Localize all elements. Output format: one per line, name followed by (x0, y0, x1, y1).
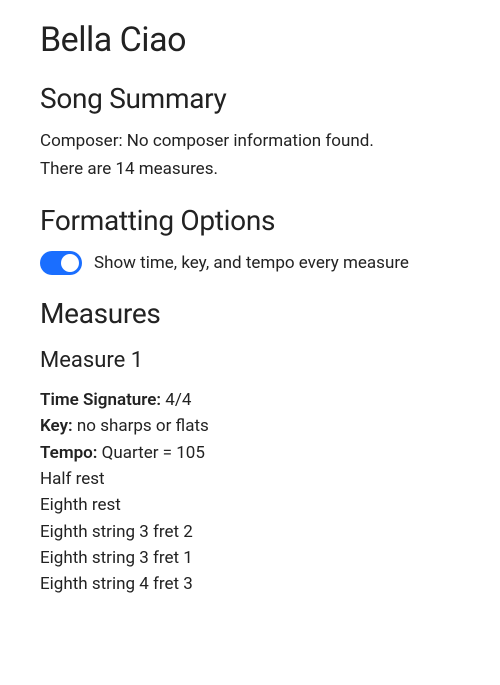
time-signature-label: Time Signature: (40, 390, 165, 410)
toggle-label: Show time, key, and tempo every measure (94, 253, 409, 273)
key-value: no sharps or flats (77, 416, 209, 436)
page-title: Bella Ciao (40, 20, 460, 60)
note-line: Half rest (40, 466, 460, 492)
key-label: Key: (40, 416, 77, 436)
tempo-label: Tempo: (40, 443, 102, 463)
measure-1-heading: Measure 1 (40, 348, 460, 373)
composer-info: Composer: No composer information found. (40, 129, 460, 155)
measures-heading: Measures (40, 297, 460, 330)
show-details-toggle[interactable] (40, 251, 82, 275)
tempo-line: Tempo: Quarter = 105 (40, 440, 460, 466)
toggle-row: Show time, key, and tempo every measure (40, 251, 460, 275)
time-signature-line: Time Signature: 4/4 (40, 387, 460, 413)
note-line: Eighth string 4 fret 3 (40, 571, 460, 597)
formatting-options-heading: Formatting Options (40, 204, 460, 237)
key-line: Key: no sharps or flats (40, 413, 460, 439)
measure-count: There are 14 measures. (40, 157, 460, 183)
note-line: Eighth rest (40, 492, 460, 518)
tempo-value: Quarter = 105 (102, 443, 205, 463)
time-signature-value: 4/4 (165, 390, 191, 410)
note-line: Eighth string 3 fret 2 (40, 519, 460, 545)
song-summary-heading: Song Summary (40, 82, 460, 115)
toggle-knob (61, 254, 79, 272)
note-line: Eighth string 3 fret 1 (40, 545, 460, 571)
